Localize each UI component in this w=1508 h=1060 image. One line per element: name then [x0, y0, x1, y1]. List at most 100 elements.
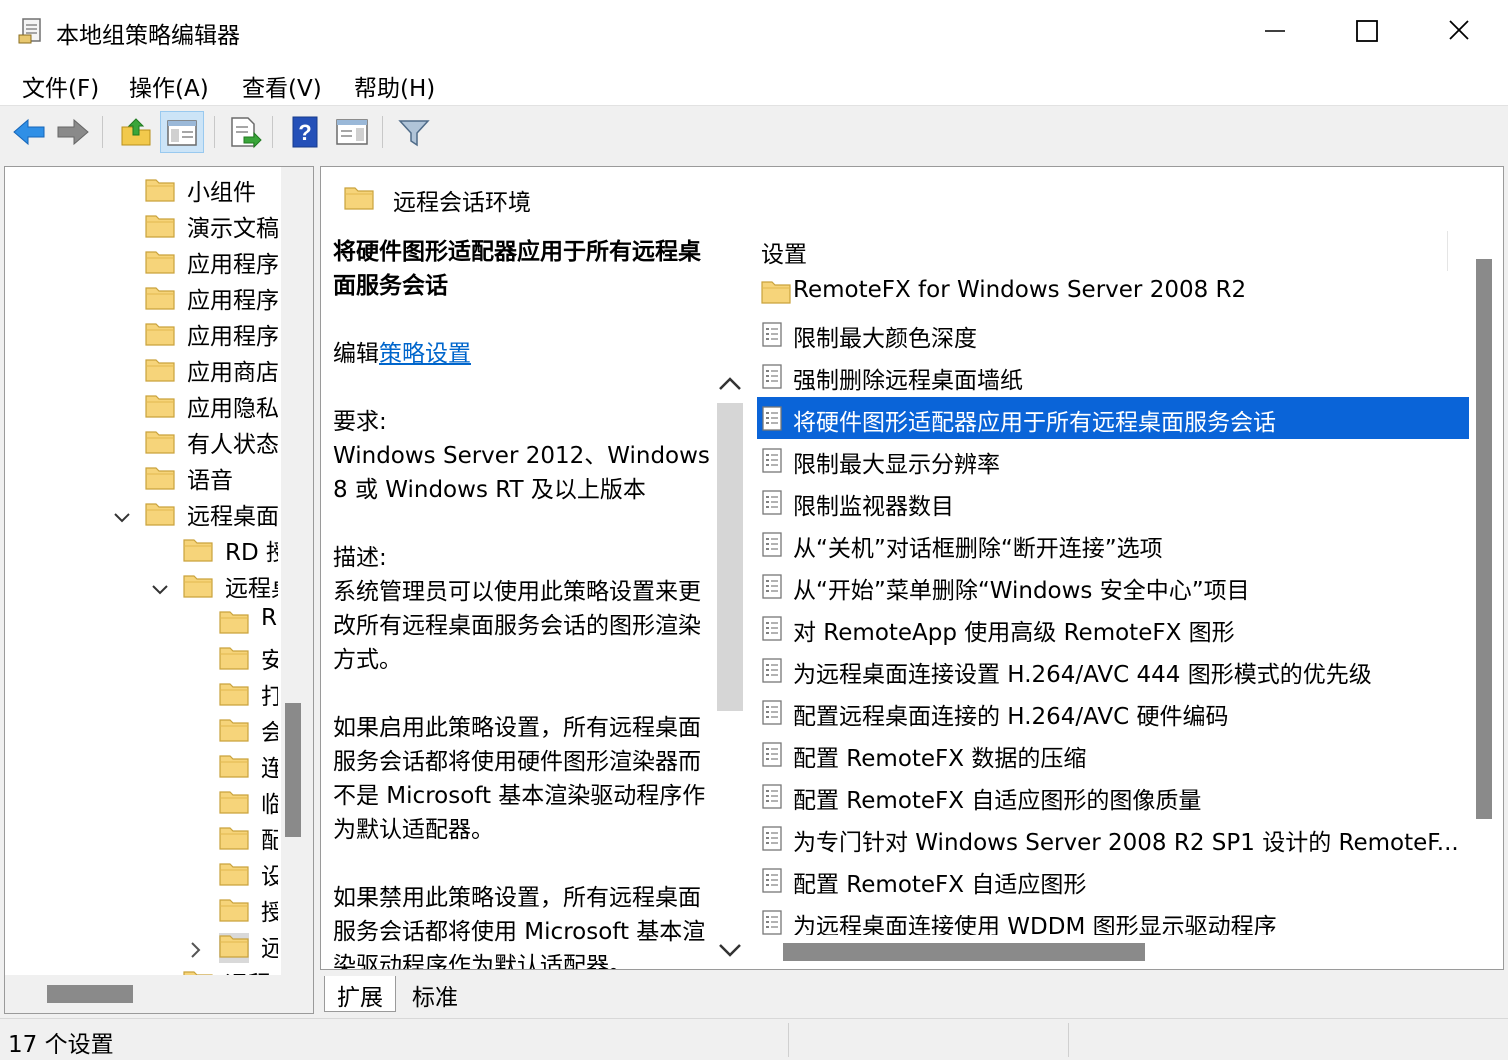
tree-item[interactable]: 远程桌面	[114, 495, 278, 531]
tab-expanded[interactable]: 扩展	[324, 976, 396, 1012]
list-item-setting[interactable]: 限制最大颜色深度	[757, 313, 1469, 355]
export-list-button[interactable]	[222, 111, 266, 153]
filter-icon	[398, 120, 430, 147]
tree-item[interactable]: 语音	[145, 459, 278, 495]
tree-horizontal-scroll-thumb[interactable]	[47, 985, 133, 1003]
folder-icon	[219, 753, 249, 783]
filter-button[interactable]	[392, 111, 436, 153]
folder-icon	[219, 717, 249, 747]
show-hide-action-pane-button[interactable]	[330, 111, 374, 153]
tree-item[interactable]: 应用隐私	[145, 387, 278, 423]
back-button[interactable]	[6, 111, 50, 153]
minimize-button[interactable]	[1252, 10, 1298, 52]
scroll-up-icon[interactable]	[715, 369, 743, 399]
tree-item[interactable]: 打	[219, 675, 278, 711]
folder-open-icon	[145, 501, 175, 531]
list-item-setting[interactable]: 对 RemoteApp 使用高级 RemoteFX 图形	[757, 607, 1469, 649]
tree-item-label: 应用隐私	[187, 396, 278, 422]
help-button[interactable]: ?	[284, 111, 328, 153]
tree-item-label: 会	[261, 713, 278, 747]
list-item-setting[interactable]: 配置远程桌面连接的 H.264/AVC 硬件编码	[757, 691, 1469, 733]
tree-view: 小组件 演示文稿 应用程序 应用程序 应用程序 应用商店 应用隐私 有人状态 语音 远程桌面 RD …	[5, 167, 278, 975]
tree-item[interactable]: 会	[219, 711, 278, 747]
list-item-setting[interactable]: 为专门针对 Windows Server 2008 R2 SP1 设计的 Rem…	[757, 817, 1469, 859]
scroll-down-icon[interactable]	[715, 935, 743, 965]
expand-chevron-down-icon[interactable]	[151, 581, 169, 599]
folder-icon	[219, 825, 249, 855]
policy-setting-icon	[761, 531, 785, 563]
tree-item[interactable]: 配	[219, 819, 278, 855]
tree-vertical-scrollbar[interactable]	[281, 167, 313, 975]
tree-item[interactable]: R	[219, 603, 278, 639]
tree-item[interactable]: 远程	[183, 963, 278, 975]
up-one-level-button[interactable]	[114, 111, 158, 153]
up-folder-icon	[121, 118, 151, 146]
tree-item-label: 远程桌	[225, 576, 278, 602]
show-hide-tree-button[interactable]	[160, 111, 204, 153]
tree-item-label: RD 授	[225, 540, 278, 566]
list-item-setting[interactable]: 为远程桌面连接使用 WDDM 图形显示驱动程序	[757, 901, 1469, 935]
expand-chevron-down-icon[interactable]	[113, 509, 131, 527]
policy-settings-link[interactable]: 策略设置	[379, 341, 471, 367]
list-horizontal-scroll-thumb[interactable]	[783, 943, 1145, 961]
description-vertical-scrollbar[interactable]	[715, 369, 743, 969]
tree-item[interactable]: 应用程序	[145, 243, 278, 279]
menu-view[interactable]: 查看(V)	[242, 69, 322, 103]
tree-item[interactable]: 设	[219, 855, 278, 891]
tree-item[interactable]: 远	[191, 927, 278, 963]
menu-bar: 文件(F) 操作(A) 查看(V) 帮助(H)	[0, 62, 1508, 106]
tree-pane: 小组件 演示文稿 应用程序 应用程序 应用程序 应用商店 应用隐私 有人状态 语音 远程桌面 RD …	[4, 166, 314, 1014]
menu-action[interactable]: 操作(A)	[129, 69, 209, 103]
list-item-setting[interactable]: 配置 RemoteFX 自适应图形的图像质量	[757, 775, 1469, 817]
list-item-setting[interactable]: 为远程桌面连接设置 H.264/AVC 444 图形模式的优先级	[757, 649, 1469, 691]
tree-item[interactable]: 授	[219, 891, 278, 927]
policy-description-title: 将硬件图形适配器应用于所有远程桌面服务会话	[333, 239, 701, 299]
tree-item[interactable]: 演示文稿	[145, 207, 278, 243]
list-item-setting[interactable]: 将硬件图形适配器应用于所有远程桌面服务会话	[757, 397, 1469, 439]
tree-item[interactable]: 应用商店	[145, 351, 278, 387]
tree-item[interactable]: RD 授	[183, 531, 278, 567]
tree-item-label: 演示文稿	[187, 216, 278, 242]
list-item-folder[interactable]: RemoteFX for Windows Server 2008 R2	[757, 271, 1469, 313]
svg-text:?: ?	[298, 120, 311, 145]
tree-item[interactable]: 连	[219, 747, 278, 783]
forward-button[interactable]	[52, 111, 96, 153]
description-scroll-thumb[interactable]	[717, 403, 743, 711]
tree-horizontal-scrollbar[interactable]	[5, 975, 313, 1013]
tree-item[interactable]: 远程桌	[152, 567, 278, 603]
list-item-setting[interactable]: 配置 RemoteFX 数据的压缩	[757, 733, 1469, 775]
tree-item[interactable]: 小组件	[145, 171, 278, 207]
expand-chevron-right-icon[interactable]	[187, 941, 205, 959]
list-item-setting[interactable]: 强制删除远程桌面墙纸	[757, 355, 1469, 397]
folder-icon	[344, 187, 374, 210]
close-button[interactable]	[1436, 10, 1482, 52]
tree-vertical-scroll-thumb[interactable]	[285, 703, 301, 837]
tree-item[interactable]: 应用程序	[145, 315, 278, 351]
list-item-setting[interactable]: 限制最大显示分辨率	[757, 439, 1469, 481]
list-item-label: 限制最大显示分辨率	[793, 452, 1000, 478]
menu-file[interactable]: 文件(F)	[22, 69, 99, 103]
column-header-setting[interactable]: 设置	[761, 235, 807, 269]
maximize-button[interactable]	[1344, 10, 1390, 52]
policy-setting-icon	[761, 363, 785, 395]
list-item-setting[interactable]: 限制监视器数目	[757, 481, 1469, 523]
tab-standard[interactable]: 标准	[400, 976, 470, 1012]
list-item-label: 为远程桌面连接使用 WDDM 图形显示驱动程序	[793, 914, 1277, 935]
tree-item[interactable]: 临	[219, 783, 278, 819]
list-vertical-scroll-thumb[interactable]	[1476, 259, 1492, 819]
enabled-text: 如果启用此策略设置，所有远程桌面服务会话都将使用硬件图形渲染器而不是 Micro…	[333, 715, 706, 843]
list-horizontal-scrollbar[interactable]	[749, 937, 1503, 969]
list-item-setting[interactable]: 从“关机”对话框删除“断开连接”选项	[757, 523, 1469, 565]
folder-icon	[219, 861, 249, 891]
menu-help[interactable]: 帮助(H)	[354, 69, 435, 103]
forward-arrow-icon	[57, 118, 89, 146]
tree-item-label: 远	[261, 929, 278, 963]
list-item-setting[interactable]: 配置 RemoteFX 自适应图形	[757, 859, 1469, 901]
list-item-setting[interactable]: 从“开始”菜单删除“Windows 安全中心”项目	[757, 565, 1469, 607]
tree-item[interactable]: 应用程序	[145, 279, 278, 315]
list-vertical-scrollbar[interactable]	[1473, 251, 1501, 935]
list-item-label: 从“关机”对话框删除“断开连接”选项	[793, 536, 1163, 562]
tree-item[interactable]: 有人状态	[145, 423, 278, 459]
close-icon	[1449, 20, 1469, 40]
tree-item[interactable]: 安	[219, 639, 278, 675]
